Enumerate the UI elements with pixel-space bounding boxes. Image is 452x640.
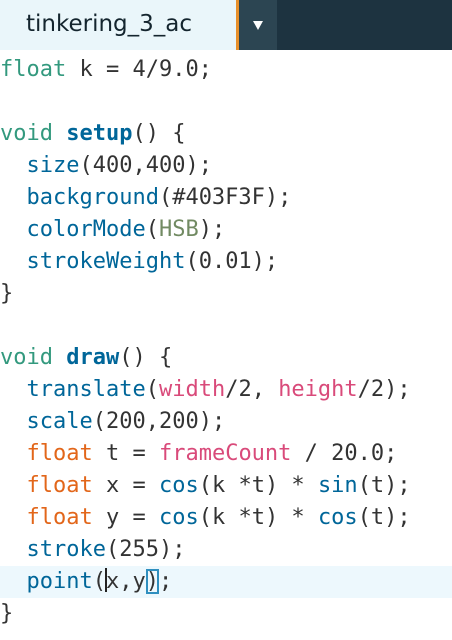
keyword-token: float — [26, 473, 93, 498]
function-token: cos — [158, 505, 199, 530]
function-token: stroke — [26, 537, 106, 562]
variable-token: width — [158, 377, 226, 402]
keyword-token: float — [26, 505, 93, 530]
code-text: (0.01); — [185, 249, 279, 274]
code-line-12: scale(200,200); — [0, 406, 452, 438]
triangle-down-icon — [253, 21, 263, 30]
code-text: /2, — [225, 377, 279, 402]
function-token: sin — [317, 473, 358, 498]
code-line-14: float x = cos(k *t) * sin(t); — [0, 470, 452, 502]
function-token: point — [26, 569, 93, 594]
code-text: } — [0, 601, 14, 626]
function-name-token: draw — [66, 345, 120, 370]
code-line-5: background(#403F3F); — [0, 182, 452, 214]
function-token: cos — [317, 505, 358, 530]
function-token: size — [26, 153, 80, 178]
code-line-1: float k = 4/9.0; — [0, 54, 452, 86]
function-token: translate — [26, 377, 146, 402]
code-text: ( — [92, 569, 106, 594]
code-line-15: float y = cos(k *t) * cos(t); — [0, 502, 452, 534]
code-editor[interactable]: float k = 4/9.0; void setup() { size(400… — [0, 50, 452, 640]
function-token: strokeWeight — [26, 249, 186, 274]
code-text: k = 4/9.0; — [66, 57, 212, 82]
tab-bar: tinkering_3_ac — [0, 0, 452, 50]
keyword-token: void — [0, 345, 53, 370]
code-line-4: size(400,400); — [0, 150, 452, 182]
code-text: ( — [145, 217, 159, 242]
code-line-11: translate(width/2, height/2); — [0, 374, 452, 406]
code-text: /2); — [357, 377, 411, 402]
code-text: () { — [132, 121, 186, 146]
code-text: y = — [92, 505, 159, 530]
code-text: (200,200); — [92, 409, 226, 434]
code-line-18: } — [0, 598, 452, 630]
code-line-17-current: point(x,y); — [0, 566, 452, 598]
function-name-token: setup — [66, 121, 133, 146]
code-line-6: colorMode(HSB); — [0, 214, 452, 246]
code-line-7: strokeWeight(0.01); — [0, 246, 452, 278]
variable-token: frameCount — [158, 441, 292, 466]
code-text: } — [0, 281, 14, 306]
code-line-8: } — [0, 278, 452, 310]
tab-tinkering-3-ac[interactable]: tinkering_3_ac — [0, 0, 236, 50]
function-token: background — [26, 185, 159, 210]
code-text: ; — [158, 569, 173, 594]
code-text: (k *t) * — [198, 505, 318, 530]
constant-token: HSB — [158, 217, 199, 242]
code-text: (255); — [105, 537, 186, 562]
code-text: (t); — [357, 505, 411, 530]
code-text: ); — [198, 217, 226, 242]
code-text: x,y — [105, 569, 146, 594]
tab-title: tinkering_3_ac — [26, 11, 193, 37]
code-line-16: stroke(255); — [0, 534, 452, 566]
keyword-token: float — [0, 57, 67, 82]
code-text: (k *t) * — [198, 473, 318, 498]
code-text: (t); — [357, 473, 411, 498]
variable-token: height — [278, 377, 358, 402]
code-text: / 20.0; — [291, 441, 398, 466]
function-token: scale — [26, 409, 93, 434]
tab-menu-button[interactable] — [239, 0, 277, 50]
code-text: t = — [92, 441, 159, 466]
code-line-3: void setup() { — [0, 118, 452, 150]
code-text: () { — [119, 345, 173, 370]
code-text: ( — [145, 377, 159, 402]
code-text: x = — [92, 473, 159, 498]
function-token: cos — [158, 473, 199, 498]
code-text: (#403F3F); — [158, 185, 292, 210]
bracket-match-highlight: ) — [145, 569, 159, 594]
keyword-token: void — [0, 121, 53, 146]
code-line-10: void draw() { — [0, 342, 452, 374]
code-line-13: float t = frameCount / 20.0; — [0, 438, 452, 470]
code-text: (400,400); — [79, 153, 212, 178]
keyword-token: float — [26, 441, 93, 466]
function-token: colorMode — [26, 217, 146, 242]
